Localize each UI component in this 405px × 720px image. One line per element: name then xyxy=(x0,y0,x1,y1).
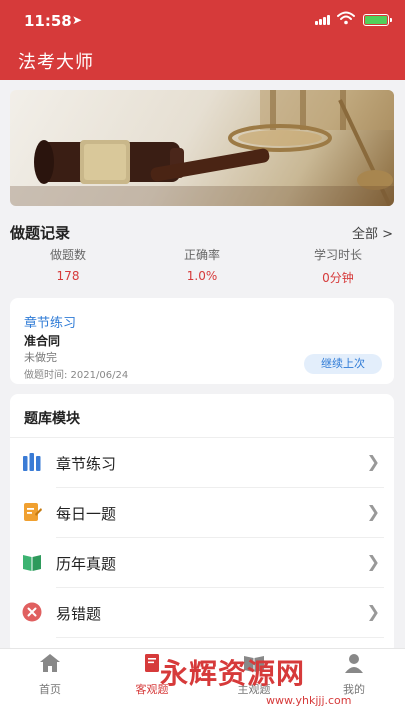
bar-chart-icon xyxy=(23,453,41,471)
chevron-right-icon: ❯ xyxy=(366,602,380,621)
module-item-chapter-practice[interactable]: 章节练习 ❯ xyxy=(10,438,394,488)
stat-value: 0分钟 xyxy=(322,271,354,285)
record-title: 做题记录 xyxy=(10,224,71,242)
close-circle-icon xyxy=(22,602,42,622)
tab-home[interactable]: 首页 xyxy=(10,653,90,697)
chevron-right-icon: ❯ xyxy=(366,452,380,471)
status-bar: 11:58 ➤ xyxy=(0,0,405,40)
practice-time: 做题时间: 2021/06/24 xyxy=(24,370,129,381)
stat-value: 1.0% xyxy=(186,269,218,283)
user-icon xyxy=(345,654,363,673)
last-practice-card[interactable]: 章节练习 准合同 未做完 做题时间: 2021/06/24 继续上次 xyxy=(10,298,394,384)
see-all-link[interactable]: 全部 > xyxy=(352,223,393,242)
edit-doc-icon xyxy=(24,503,42,521)
chevron-right-icon: ❯ xyxy=(366,552,380,571)
practice-subject: 准合同 xyxy=(24,334,61,348)
stat-label: 做题数 xyxy=(49,248,86,262)
module-label: 章节练习 xyxy=(56,455,117,473)
stats-row: 做题数 178 正确率 1.0% 学习时长 0分钟 xyxy=(0,246,405,286)
app-header: 11:58 ➤ 法考大师 xyxy=(0,0,405,80)
modules-title: 题库模块 xyxy=(24,411,80,427)
status-time: 11:58 xyxy=(24,12,72,30)
stat-accuracy: 正确率 1.0% xyxy=(142,246,262,283)
book-icon xyxy=(23,555,41,571)
modules-card: 题库模块 章节练习 ❯ 每日一题 ❯ 历年真题 ❯ 易错题 ❯ xyxy=(10,394,394,654)
stat-label: 学习时长 xyxy=(313,248,362,262)
stat-question-count: 做题数 178 xyxy=(8,246,128,283)
gavel-scales-illustration xyxy=(10,90,394,206)
stat-study-time: 学习时长 0分钟 xyxy=(278,246,398,286)
module-label: 每日一题 xyxy=(56,505,117,523)
chevron-right-icon: ❯ xyxy=(366,502,380,521)
banner-image[interactable] xyxy=(10,90,394,206)
wifi-icon xyxy=(337,11,355,25)
home-icon xyxy=(40,654,60,672)
practice-type: 章节练习 xyxy=(24,316,77,331)
stat-value: 178 xyxy=(56,269,80,283)
watermark-url: www.yhkjjj.com xyxy=(266,694,352,707)
battery-icon xyxy=(363,14,392,26)
page-title: 法考大师 xyxy=(18,52,94,73)
watermark: 永辉资源网 xyxy=(160,657,306,690)
module-label: 历年真题 xyxy=(56,555,117,573)
module-item-mistakes[interactable]: 易错题 ❯ xyxy=(10,588,394,638)
tab-mine[interactable]: 我的 xyxy=(314,653,394,697)
tab-label: 首页 xyxy=(39,683,61,696)
continue-button[interactable]: 继续上次 xyxy=(304,354,382,374)
practice-status: 未做完 xyxy=(24,351,57,364)
stat-label: 正确率 xyxy=(183,248,220,262)
location-arrow-icon: ➤ xyxy=(72,13,83,27)
signal-icon xyxy=(315,15,331,25)
module-label: 易错题 xyxy=(56,605,102,623)
module-item-daily-question[interactable]: 每日一题 ❯ xyxy=(10,488,394,538)
module-item-past-exams[interactable]: 历年真题 ❯ xyxy=(10,538,394,588)
